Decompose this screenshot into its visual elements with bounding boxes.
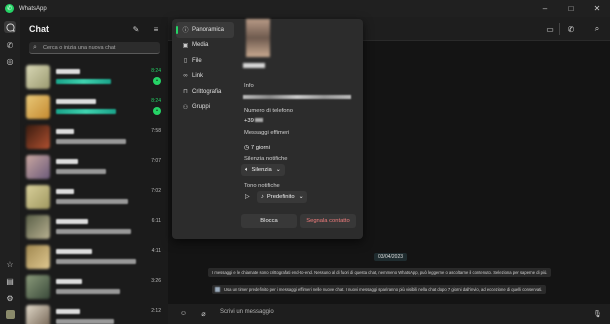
settings-icon[interactable]: ⚙ — [4, 292, 16, 304]
calls-icon[interactable]: ✆ — [4, 39, 16, 51]
contact-info-popup: ⓘ Panoramica ▣ Media ▯ File ∞ Link ⊓ Cri… — [172, 19, 363, 239]
block-button[interactable]: Blocca — [241, 214, 297, 228]
chat-item[interactable]: 8:24 • — [20, 92, 168, 122]
chat-time: 6:11 — [151, 218, 161, 224]
chat-time: 3:26 — [151, 278, 161, 284]
avatar — [26, 95, 50, 119]
archive-icon[interactable]: ▤ — [4, 275, 16, 287]
lock-icon: ⊓ — [183, 89, 188, 95]
chat-item[interactable]: 3:26 — [20, 272, 168, 302]
tab-files[interactable]: ▯ File — [176, 53, 234, 69]
avatar — [26, 155, 50, 179]
chat-time: 8:24 — [151, 68, 161, 74]
chat-time: 4:11 — [151, 248, 161, 254]
speaker-icon: 🔈︎ — [245, 166, 249, 173]
nav-rail: ✆ ◎ ☆ ▤ ⚙ — [0, 17, 20, 324]
report-contact-button[interactable]: Segnala contatto — [300, 214, 356, 228]
group-icon: ⚇ — [182, 104, 189, 111]
chevron-down-icon: ⌄ — [298, 194, 304, 200]
date-separator: 03/04/2023 — [374, 253, 408, 261]
starred-icon[interactable]: ☆ — [4, 258, 16, 270]
disappearing-label: Messaggi effimeri — [244, 130, 290, 136]
encryption-notice[interactable]: I messaggi e le chiamate sono crittograf… — [208, 268, 552, 277]
whatsapp-logo-icon: ✆ — [5, 4, 14, 13]
avatar — [26, 65, 50, 89]
avatar — [26, 125, 50, 149]
chevron-down-icon: ⌄ — [275, 167, 281, 173]
search-messages-icon[interactable]: ⌕ — [591, 23, 603, 35]
contact-name — [243, 63, 265, 68]
video-call-icon[interactable]: ▭ — [544, 23, 556, 35]
chat-item[interactable]: 2:12 — [20, 302, 168, 324]
chat-item[interactable]: 7:02 — [20, 182, 168, 212]
mute-label: Silenzia notifiche — [244, 156, 288, 162]
chat-item[interactable]: 4:11 — [20, 242, 168, 272]
search-input[interactable] — [43, 44, 153, 51]
chat-time: 7:07 — [151, 158, 161, 164]
tab-overview[interactable]: ⓘ Panoramica — [176, 22, 234, 38]
title-bar: ✆ WhatsApp – □ ✕ — [0, 0, 610, 17]
filter-icon[interactable]: ≡ — [151, 24, 161, 34]
tone-dropdown[interactable]: ♪ Predefinito ⌄ — [257, 191, 308, 203]
info-icon: ⓘ — [182, 28, 189, 34]
play-icon: ▷ — [245, 194, 250, 200]
status-icon[interactable]: ◎ — [4, 55, 16, 67]
timer-icon: ◷ — [244, 145, 250, 151]
message-composer: ☺ ⌀ Scrivi un messaggio 🎙︎ — [168, 304, 610, 324]
disappearing-setting[interactable]: ◷ 7 giorni — [244, 144, 270, 151]
attach-icon[interactable]: ⌀ — [198, 308, 209, 319]
chats-icon[interactable] — [4, 21, 16, 33]
chat-time: 2:12 — [151, 308, 161, 314]
chat-list-panel: Chat ✎ ≡ ⌕ 8:24 • 8:24 • 7:58 7:07 7:02 — [20, 17, 168, 324]
file-icon: ▯ — [183, 58, 188, 64]
chat-item[interactable]: 7:58 — [20, 122, 168, 152]
chat-item[interactable]: 7:07 — [20, 152, 168, 182]
tab-groups[interactable]: ⚇ Gruppi — [176, 100, 234, 116]
avatar — [26, 305, 50, 324]
tab-encryption[interactable]: ⊓ Crittografia — [176, 84, 234, 100]
tab-links[interactable]: ∞ Link — [176, 69, 234, 85]
chat-item[interactable]: 6:11 — [20, 212, 168, 242]
phone-value[interactable]: +39 — [244, 118, 263, 124]
minimize-button[interactable]: – — [532, 0, 558, 17]
chat-time: 8:24 — [151, 98, 161, 104]
maximize-button[interactable]: □ — [558, 0, 584, 17]
mute-dropdown[interactable]: 🔈︎ Silenzia ⌄ — [241, 164, 285, 176]
tab-media[interactable]: ▣ Media — [176, 38, 234, 54]
music-note-icon: ♪ — [261, 194, 264, 200]
new-chat-icon[interactable]: ✎ — [131, 24, 141, 34]
info-label: Info — [244, 83, 254, 89]
contact-info-nav: ⓘ Panoramica ▣ Media ▯ File ∞ Link ⊓ Cri… — [176, 22, 234, 115]
voice-call-icon[interactable]: ✆ — [565, 23, 577, 35]
emoji-icon[interactable]: ☺ — [178, 308, 189, 319]
avatar — [26, 245, 50, 269]
message-input[interactable]: Scrivi un messaggio — [220, 309, 274, 315]
unread-badge: • — [153, 107, 161, 115]
link-icon: ∞ — [183, 73, 188, 79]
phone-label: Numero di telefono — [244, 108, 293, 114]
disappearing-messages-notice[interactable]: Usa un timer predefinito per i messaggi … — [212, 285, 547, 294]
about-text — [243, 95, 351, 99]
avatar — [26, 275, 50, 299]
microphone-icon[interactable]: 🎙︎ — [592, 308, 603, 319]
avatar — [26, 185, 50, 209]
image-icon: ▣ — [182, 42, 189, 49]
avatar — [26, 215, 50, 239]
chat-list-title: Chat — [29, 24, 49, 34]
chat-time: 7:58 — [151, 128, 161, 134]
profile-avatar[interactable] — [4, 308, 16, 320]
close-window-button[interactable]: ✕ — [584, 0, 610, 17]
unread-badge: • — [153, 77, 161, 85]
contact-info-body: Info Numero di telefono +39 Messaggi eff… — [238, 19, 363, 239]
search-icon: ⌕ — [33, 43, 37, 51]
chat-time: 7:02 — [151, 188, 161, 194]
profile-picture[interactable] — [246, 19, 270, 57]
play-tone-button[interactable]: ▷ — [241, 191, 253, 203]
search-bar[interactable]: ⌕ — [29, 42, 160, 54]
tone-label: Tono notifiche — [244, 183, 280, 189]
window-title: WhatsApp — [19, 5, 47, 12]
chat-item[interactable]: 8:24 • — [20, 62, 168, 92]
